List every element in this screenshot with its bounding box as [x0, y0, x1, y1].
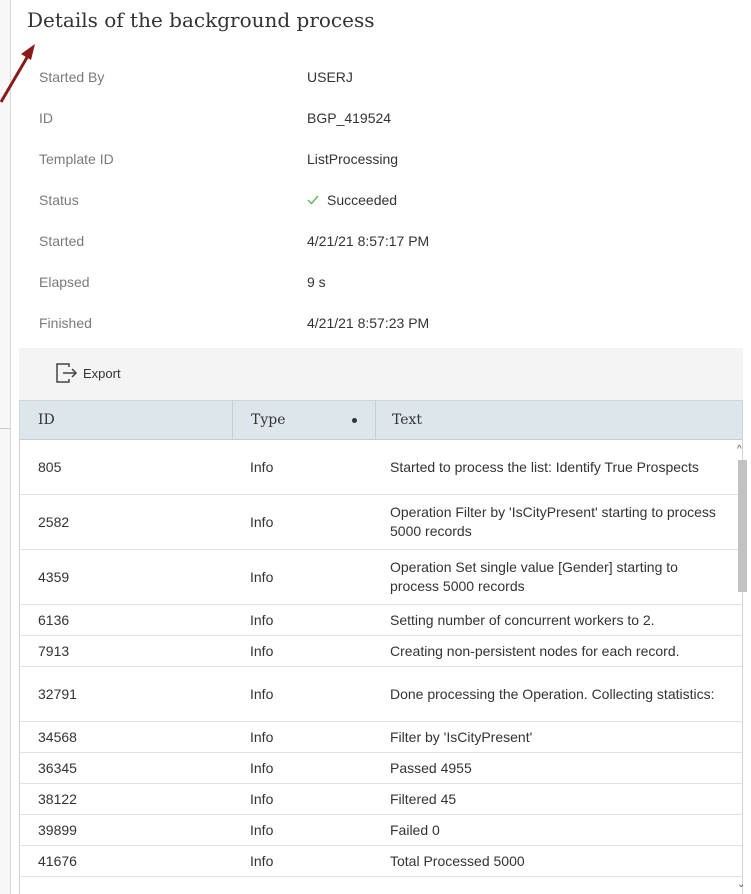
cell-id: 39899 — [38, 822, 77, 838]
table-row[interactable]: 32791 Info Done processing the Operation… — [20, 667, 742, 722]
cell-id: 7913 — [38, 643, 70, 659]
cell-text: Failed 0 — [390, 821, 440, 838]
detail-value: 9 s — [307, 273, 326, 290]
cell-text: Done processing the Operation. Collectin… — [390, 685, 715, 702]
detail-label: Status — [39, 191, 79, 208]
export-button[interactable]: Export — [55, 362, 121, 384]
detail-value: USERJ — [307, 68, 353, 85]
table-row[interactable]: 36345 Info Passed 4955 — [20, 753, 742, 784]
cell-type: Info — [250, 612, 274, 628]
scrollbar-thumb[interactable] — [738, 460, 747, 592]
cell-id: 41676 — [38, 853, 77, 869]
grid-scrollbar[interactable]: ^ ⌄ — [733, 440, 751, 894]
cell-id: 805 — [38, 459, 62, 475]
table-row[interactable]: 4359 Info Operation Set single value [Ge… — [20, 550, 742, 605]
detail-value: BGP_419524 — [307, 109, 392, 126]
table-row[interactable]: 7913 Info Creating non-persistent nodes … — [20, 636, 742, 667]
detail-row-status: Status Succeeded — [39, 179, 739, 220]
table-row[interactable]: 41676 Info Total Processed 5000 — [20, 846, 742, 877]
check-icon — [307, 195, 319, 205]
detail-row-started: Started 4/21/21 8:57:17 PM — [39, 220, 739, 261]
cell-text: Filtered 45 — [390, 790, 457, 807]
status-value: Succeeded — [307, 192, 397, 208]
scroll-down-icon[interactable]: ⌄ — [737, 879, 745, 890]
cell-id: 2582 — [38, 514, 70, 530]
cell-type: Info — [250, 791, 274, 807]
detail-row-started-by: Started By USERJ — [39, 56, 739, 97]
cell-id: 36345 — [38, 760, 77, 776]
table-row[interactable]: 39899 Info Failed 0 — [20, 815, 742, 846]
cell-type: Info — [250, 686, 274, 702]
column-header-id[interactable]: ID — [20, 412, 232, 428]
cell-id: 34568 — [38, 729, 77, 745]
detail-label: Template ID — [39, 150, 114, 167]
cell-text: Total Processed 5000 — [390, 852, 525, 869]
scroll-up-icon[interactable]: ^ — [737, 444, 742, 455]
cell-text: Creating non-persistent nodes for each r… — [390, 642, 680, 659]
cell-text: Operation Filter by 'IsCityPresent' star… — [390, 504, 716, 539]
detail-value: 4/21/21 8:57:17 PM — [307, 232, 430, 249]
cell-type: Info — [250, 514, 274, 530]
table-row[interactable]: 38122 Info Filtered 45 — [20, 784, 742, 815]
log-grid: ID Type Text 805 Info Started to process… — [19, 400, 743, 894]
annotation-arrow-icon — [0, 44, 35, 103]
cell-type: Info — [250, 760, 274, 776]
cell-text: Passed 4955 — [390, 759, 472, 776]
detail-value: 4/21/21 8:57:23 PM — [307, 314, 430, 331]
column-header-text[interactable]: Text — [375, 401, 742, 439]
column-header-type[interactable]: Type — [232, 401, 375, 439]
cell-id: 32791 — [38, 686, 77, 702]
cell-text: Filter by 'IsCityPresent' — [390, 728, 533, 745]
detail-row-elapsed: Elapsed 9 s — [39, 261, 739, 302]
cell-text: Setting number of concurrent workers to … — [390, 611, 655, 628]
detail-label: Elapsed — [39, 273, 90, 290]
detail-label: Finished — [39, 314, 92, 331]
detail-label: Started By — [39, 68, 105, 85]
detail-label: Started — [39, 232, 85, 249]
table-row[interactable]: 6136 Info Setting number of concurrent w… — [20, 605, 742, 636]
cell-type: Info — [250, 643, 274, 659]
export-label: Export — [83, 365, 121, 381]
cell-type: Info — [250, 853, 274, 869]
table-row[interactable]: 2582 Info Operation Filter by 'IsCityPre… — [20, 495, 742, 550]
cell-type: Info — [250, 569, 274, 585]
detail-row-id: ID BGP_419524 — [39, 97, 739, 138]
cell-type: Info — [250, 729, 274, 745]
details-panel: Details of the background process Starte… — [0, 0, 751, 894]
detail-row-template-id: Template ID ListProcessing — [39, 138, 739, 179]
grid-toolbar: Export — [19, 348, 743, 400]
cell-id: 4359 — [38, 569, 70, 585]
cell-type: Info — [250, 822, 274, 838]
cell-text: Operation Set single value [Gender] star… — [390, 559, 678, 594]
cell-id: 6136 — [38, 612, 70, 628]
detail-row-finished: Finished 4/21/21 8:57:23 PM — [39, 302, 739, 343]
cell-type: Info — [250, 459, 274, 475]
details-list: Started By USERJ ID BGP_419524 Template … — [39, 56, 739, 343]
cell-id: 38122 — [38, 791, 77, 807]
column-header-type-label: Type — [251, 412, 286, 428]
grid-header: ID Type Text — [20, 401, 742, 440]
table-row[interactable]: 805 Info Started to process the list: Id… — [20, 440, 742, 495]
panel-title: Details of the background process — [27, 8, 375, 32]
detail-value: ListProcessing — [307, 150, 399, 167]
grid-body: 805 Info Started to process the list: Id… — [20, 440, 742, 877]
table-row[interactable]: 34568 Info Filter by 'IsCityPresent' — [20, 722, 742, 753]
status-text: Succeeded — [327, 191, 398, 208]
export-icon — [56, 363, 78, 383]
detail-label: ID — [39, 109, 53, 126]
cell-text: Started to process the list: Identify Tr… — [390, 458, 699, 475]
sort-indicator-icon — [352, 418, 357, 423]
